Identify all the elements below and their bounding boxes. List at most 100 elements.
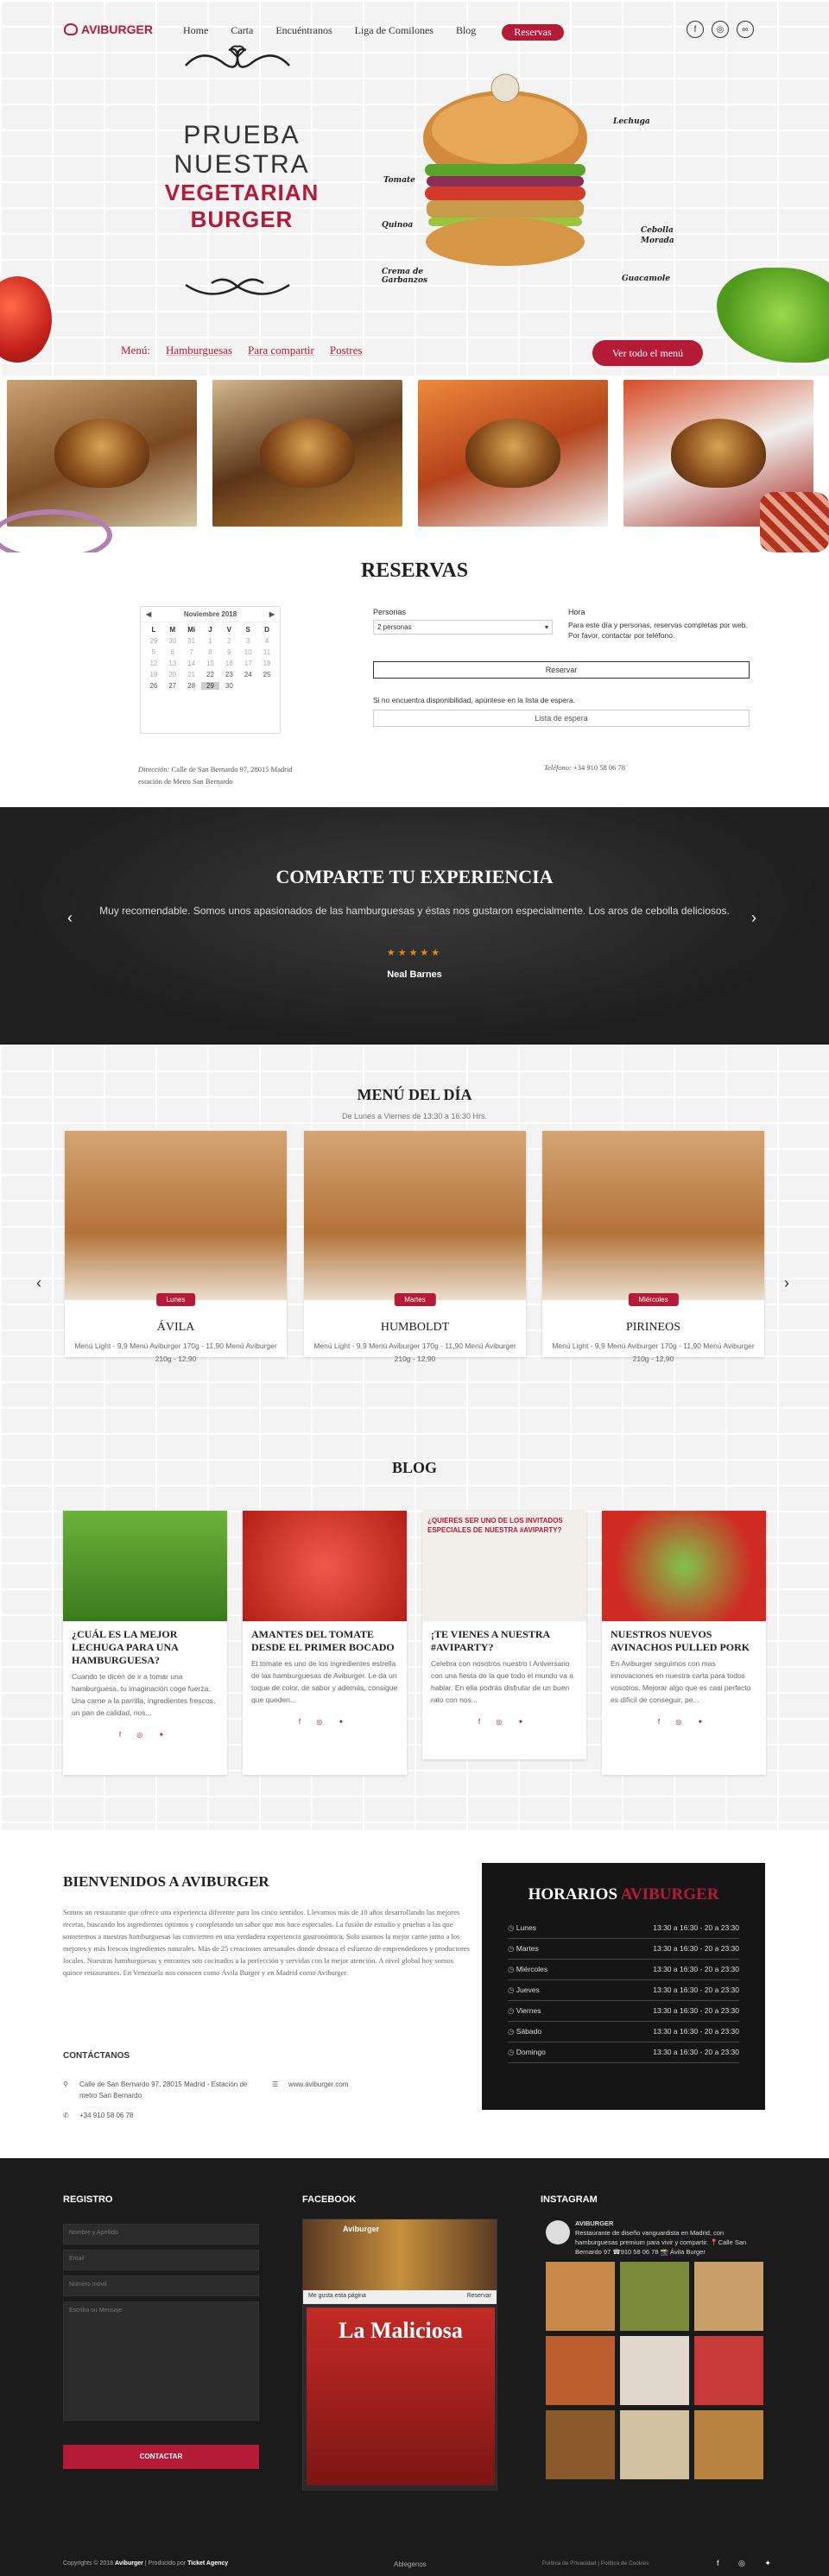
message-field[interactable]: Escriba su Mensaje	[63, 2301, 259, 2421]
calendar-day[interactable]: 24	[238, 671, 257, 679]
legal-links[interactable]: Política de Privacidad | Política de Coo…	[542, 2560, 649, 2567]
daily-menu-card[interactable]: Miércoles PIRINEOS Menú Light - 9,9 Menú A…	[542, 1131, 764, 1363]
personas-select[interactable]: 2 personas ▾	[373, 620, 553, 635]
name-field[interactable]: Nombre y Apellido	[63, 2224, 259, 2245]
rss-icon: ☰	[272, 2080, 279, 2088]
ig-photo[interactable]	[546, 2336, 615, 2405]
calendar-day[interactable]: 29	[200, 682, 220, 690]
ig-photo[interactable]	[620, 2336, 689, 2405]
nav-encuentranos[interactable]: Encuéntranos	[275, 24, 332, 41]
calendar-day[interactable]: 16	[219, 660, 238, 667]
ablegenos-link[interactable]: Ablegenos	[394, 2560, 427, 2568]
calendar-day[interactable]: 14	[182, 660, 201, 667]
nav-home[interactable]: Home	[183, 24, 208, 41]
category-hamburguesas[interactable]: Hamburguesas	[166, 344, 232, 357]
calendar-day[interactable]: 12	[144, 660, 163, 667]
next-arrow-icon[interactable]: ›	[751, 909, 756, 927]
daily-menu-card[interactable]: Lunes ÁVILA Menú Light - 9,9 Menú Aviburge…	[65, 1131, 287, 1363]
daily-menu-card[interactable]: Martes HUMBOLDT Menú Light - 9,9 Menú Avib…	[304, 1131, 526, 1363]
fb-like-button[interactable]: Me gusta esta página	[308, 2293, 366, 2299]
calendar-day[interactable]: 21	[182, 671, 201, 679]
instagram-icon[interactable]: ◎	[712, 21, 729, 38]
calendar-day[interactable]: 18	[257, 660, 276, 667]
calendar-day[interactable]: 22	[201, 671, 220, 679]
category-compartir[interactable]: Para compartir	[248, 344, 314, 357]
share-icons[interactable]: f ◎ ✦	[243, 1713, 407, 1734]
calendar-day[interactable]: 20	[163, 671, 182, 679]
calendar-day[interactable]: 26	[144, 682, 163, 690]
view-full-menu-button[interactable]: Ver todo el menú	[592, 340, 703, 366]
tripadvisor-icon[interactable]: ∞	[737, 21, 754, 38]
calendar-day[interactable]: 30	[219, 682, 238, 690]
email-field[interactable]: Email	[63, 2250, 259, 2270]
calendar-day[interactable]: 27	[163, 682, 182, 690]
reservas-button[interactable]: Reservas	[502, 24, 564, 41]
ig-photo[interactable]	[620, 2410, 689, 2479]
footer-social-icons[interactable]: f ◎ ✦	[717, 2559, 780, 2568]
ig-photo[interactable]	[694, 2410, 763, 2479]
registro-title: REGISTRO	[63, 2194, 113, 2205]
calendar-day[interactable]: 1	[201, 637, 220, 645]
nav-blog[interactable]: Blog	[456, 24, 476, 41]
calendar-day[interactable]: 17	[238, 660, 257, 667]
ig-photo[interactable]	[546, 2410, 615, 2479]
calendar-day[interactable]: 19	[144, 671, 163, 679]
prev-month-icon[interactable]: ◀	[146, 610, 151, 618]
calendar-day[interactable]: 30	[163, 637, 182, 645]
next-arrow-icon[interactable]: ›	[784, 1274, 789, 1292]
prev-arrow-icon[interactable]: ‹	[67, 909, 73, 927]
ig-photo[interactable]	[546, 2262, 615, 2331]
calendar-day[interactable]: 10	[238, 648, 257, 656]
category-postres[interactable]: Postres	[330, 344, 363, 357]
phone-field[interactable]: Número móvil	[63, 2276, 259, 2296]
contact-button[interactable]: CONTACTAR	[63, 2445, 259, 2469]
prev-arrow-icon[interactable]: ‹	[36, 1274, 41, 1292]
calendar-day[interactable]: 5	[144, 648, 163, 656]
facebook-widget[interactable]: Aviburger Me gusta esta página Reservar L…	[302, 2219, 497, 2491]
contact-web[interactable]: www.aviburger.com	[288, 2079, 348, 2090]
share-icons[interactable]: f ◎ ✦	[602, 1713, 766, 1734]
reservar-button[interactable]: Reservar	[373, 661, 750, 679]
calendar-day[interactable]: 28	[182, 682, 201, 690]
calendar-day[interactable]	[257, 682, 276, 690]
blog-card[interactable]: AMANTES DEL TOMATE DESDE EL PRIMER BOCAD…	[243, 1511, 407, 1775]
ig-photo[interactable]	[620, 2262, 689, 2331]
calendar-day[interactable]: 29	[144, 637, 163, 645]
calendar-day[interactable]: 4	[257, 637, 276, 645]
calendar-day[interactable]	[238, 682, 257, 690]
calendar-day[interactable]: 7	[182, 648, 201, 656]
instagram-widget[interactable]: AVIBURGER Restaurante de diseño vanguardi…	[541, 2219, 765, 2479]
calendar-day[interactable]: 15	[201, 660, 220, 667]
calendar-day[interactable]: 2	[219, 637, 238, 645]
nav-carta[interactable]: Carta	[231, 24, 253, 41]
ig-photo[interactable]	[694, 2336, 763, 2405]
menu-photo[interactable]	[212, 380, 402, 527]
calendar-day[interactable]: 13	[163, 660, 182, 667]
nav-liga[interactable]: Liga de Comilones	[355, 24, 433, 41]
ig-photo[interactable]	[694, 2262, 763, 2331]
next-month-icon[interactable]: ▶	[269, 610, 275, 618]
calendar-day[interactable]: 6	[163, 648, 182, 656]
calendar-day[interactable]: 9	[219, 648, 238, 656]
calendar-day[interactable]: 8	[201, 648, 220, 656]
blog-card-title: ¡TE VIENES A NUESTRA #AVIPARTY?	[431, 1628, 550, 1653]
hours-day: Lunes	[508, 1923, 536, 1933]
facebook-icon[interactable]: f	[687, 21, 704, 38]
calendar-day[interactable]: 25	[257, 671, 276, 679]
waitlist-button[interactable]: Lista de espera	[373, 710, 750, 727]
blog-card[interactable]: NUESTROS NUEVOS AVINACHOS PULLED PORK En …	[602, 1511, 766, 1775]
logo[interactable]: AVIBURGER	[64, 22, 153, 36]
menu-photo[interactable]	[418, 380, 608, 527]
menu-photo[interactable]	[7, 380, 197, 527]
card-desc: Menú Light - 9,9 Menú Aviburger 170g - 1…	[313, 1342, 516, 1363]
calendar-day[interactable]: 23	[219, 671, 238, 679]
calendar-day[interactable]: 31	[182, 637, 201, 645]
calendar-day[interactable]: 3	[238, 637, 257, 645]
share-icons[interactable]: f ◎ ✦	[422, 1713, 586, 1734]
fb-book-button[interactable]: Reservar	[467, 2293, 491, 2299]
calendar[interactable]: ◀ Noviembre 2018 ▶ L M Mi J V S D 29 30 31 1 2 3 4 5 6 7 8 9…	[140, 606, 281, 734]
blog-card[interactable]: ¿CUÁL ES LA MEJOR LECHUGA PARA UNA HAMBU…	[63, 1511, 227, 1775]
share-icons[interactable]: f ◎ ✦	[63, 1726, 227, 1747]
blog-card[interactable]: ¿QUIERES SER UNO DE LOS INVITADOS ESPECI…	[422, 1511, 586, 1759]
calendar-day[interactable]: 11	[257, 648, 276, 656]
